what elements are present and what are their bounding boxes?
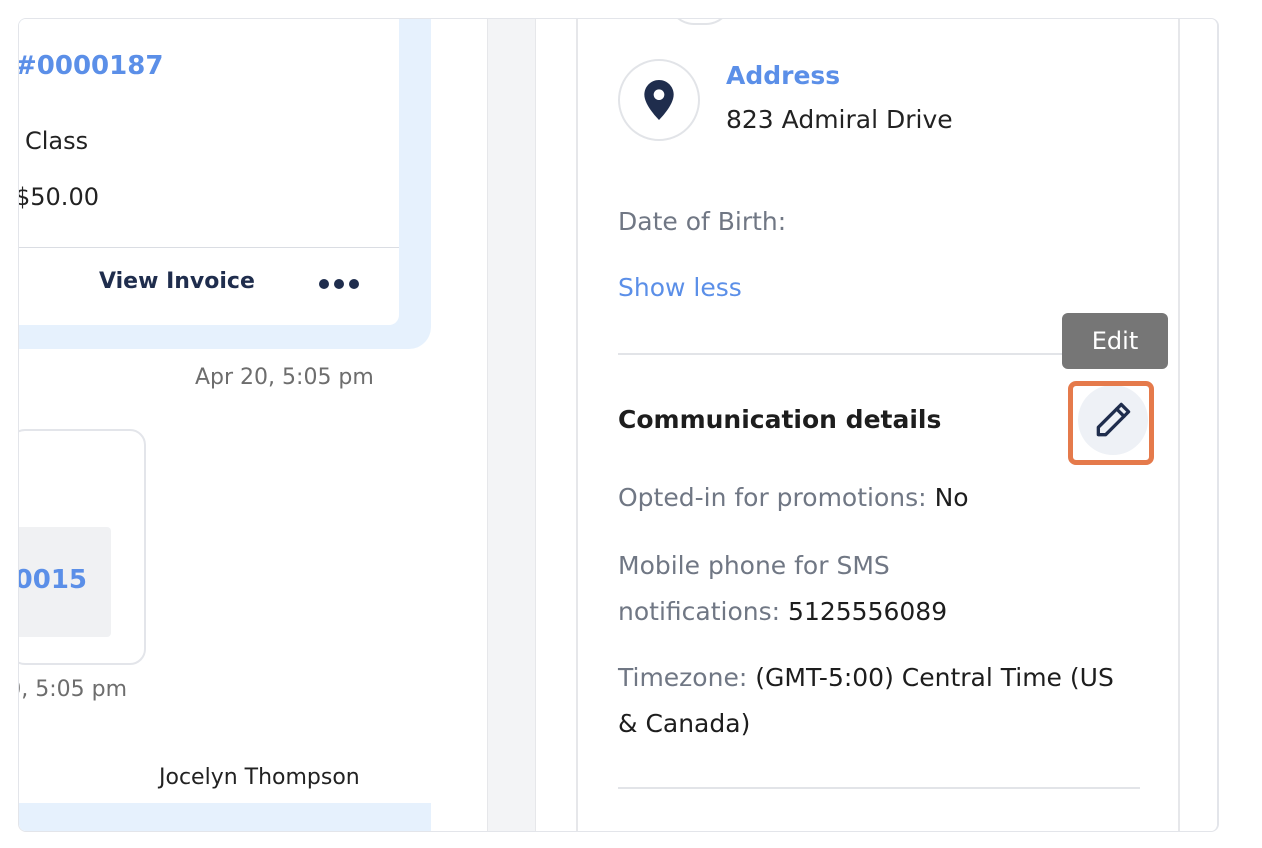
- conversation-pane: #0000187 Class $50.00 View Invoice Apr 2…: [19, 19, 487, 831]
- date-of-birth-label: Date of Birth:: [618, 207, 787, 236]
- more-options-icon[interactable]: [319, 279, 359, 289]
- invoice-class-text: Class: [25, 127, 89, 155]
- promotions-key: Opted-in for promotions:: [618, 483, 927, 512]
- details-card: Address 823 Admiral Drive Date of Birth:…: [576, 19, 1180, 831]
- edit-tooltip: Edit: [1062, 313, 1168, 369]
- invoice-card: #0000187 Class $50.00 View Invoice: [18, 19, 399, 325]
- sender-name: Jocelyn Thompson: [159, 765, 360, 790]
- edit-button-highlight: [1068, 381, 1154, 465]
- second-message-card: [19, 429, 146, 665]
- sms-phone-row: Mobile phone for SMS notifications: 51255…: [618, 543, 1118, 635]
- panel-gutter: [487, 19, 536, 831]
- message-timestamp: Apr 20, 5:05 pm: [195, 365, 374, 390]
- message-bubble-bottom: [19, 803, 431, 831]
- invoice-divider: [19, 247, 399, 248]
- address-label: Address: [726, 61, 841, 90]
- bottom-divider: [618, 787, 1140, 789]
- invoice-number[interactable]: #0000187: [19, 51, 163, 81]
- second-card-number[interactable]: #0000015: [19, 565, 87, 595]
- timezone-key: Timezone:: [618, 663, 748, 692]
- view-invoice-link[interactable]: View Invoice: [99, 269, 255, 294]
- details-panel: Address 823 Admiral Drive Date of Birth:…: [535, 19, 1217, 831]
- show-less-link[interactable]: Show less: [618, 273, 742, 302]
- address-icon-circle: [618, 59, 700, 141]
- sms-phone-value: 5125556089: [788, 597, 948, 626]
- second-message-timestamp: Apr 20, 5:05 pm: [19, 677, 127, 702]
- location-pin-icon: [644, 80, 674, 120]
- promotions-value: No: [934, 483, 969, 512]
- app-frame: #0000187 Class $50.00 View Invoice Apr 2…: [18, 18, 1219, 832]
- previous-icon-circle: [668, 19, 732, 25]
- address-value: 823 Admiral Drive: [726, 105, 953, 134]
- promotions-row: Opted-in for promotions: No: [618, 475, 1118, 521]
- timezone-row: Timezone: (GMT-5:00) Central Time (US & C…: [618, 655, 1118, 747]
- invoice-amount: $50.00: [18, 183, 99, 211]
- communication-details-title: Communication details: [618, 405, 942, 434]
